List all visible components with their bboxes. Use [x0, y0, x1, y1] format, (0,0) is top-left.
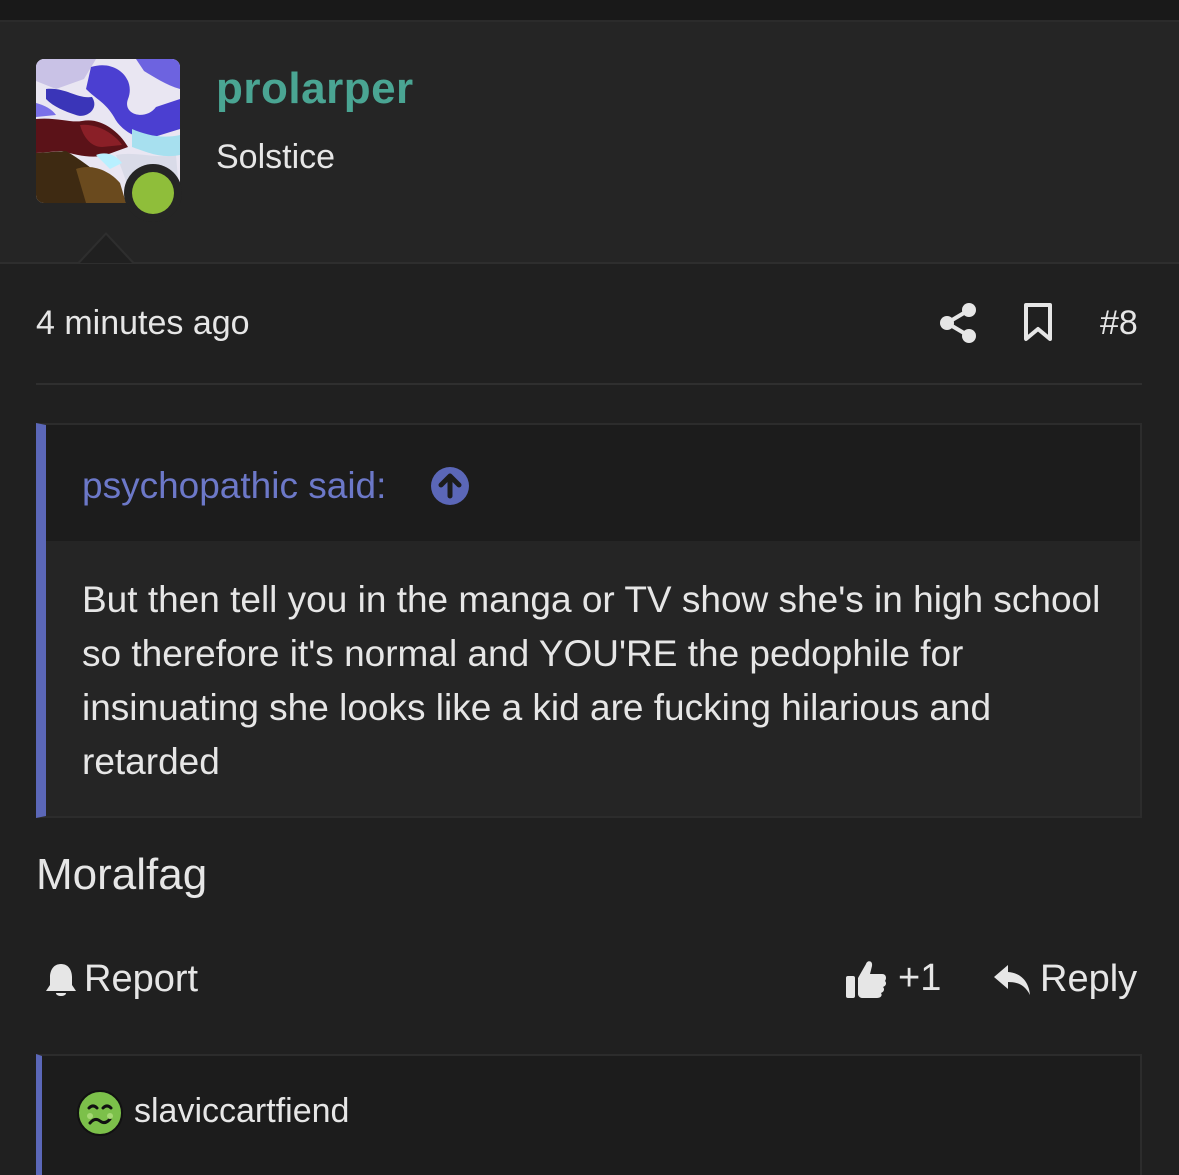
- like-count: +1: [898, 956, 942, 999]
- user-title: Solstice: [216, 138, 336, 176]
- reply-label: Reply: [1040, 958, 1138, 1000]
- reaction-username[interactable]: slaviccartfiend: [134, 1092, 349, 1131]
- nauseated-face-icon: [77, 1090, 123, 1136]
- reply-button[interactable]: Reply: [992, 958, 1137, 1001]
- post-body-text: Moralfag: [36, 850, 208, 899]
- quote-author-link[interactable]: psychopathic said:: [82, 465, 386, 507]
- thumbs-up-icon: [846, 961, 887, 998]
- report-button[interactable]: Report: [44, 958, 198, 1001]
- share-icon[interactable]: [938, 302, 978, 344]
- quote-text: But then tell you in the manga or TV sho…: [82, 579, 1101, 782]
- report-label: Report: [84, 958, 199, 1000]
- bookmark-icon[interactable]: [1022, 302, 1054, 342]
- online-status-indicator: [124, 164, 182, 222]
- top-strip: [0, 0, 1179, 22]
- reply-arrow-icon: [994, 964, 1030, 995]
- divider: [36, 383, 1142, 385]
- quote-body: But then tell you in the manga or TV sho…: [46, 541, 1140, 816]
- bell-icon: [46, 963, 76, 996]
- like-button[interactable]: +1: [844, 956, 941, 1000]
- quote-block: psychopathic said: But then tell you in …: [36, 423, 1142, 818]
- username[interactable]: prolarper: [216, 64, 414, 114]
- post-timestamp[interactable]: 4 minutes ago: [36, 304, 250, 343]
- post-number[interactable]: #8: [1100, 304, 1138, 343]
- reaction-list-item[interactable]: slaviccartfiend: [36, 1054, 1142, 1175]
- quote-header: psychopathic said:: [46, 425, 1140, 541]
- arrow-up-circle-icon[interactable]: [430, 466, 470, 506]
